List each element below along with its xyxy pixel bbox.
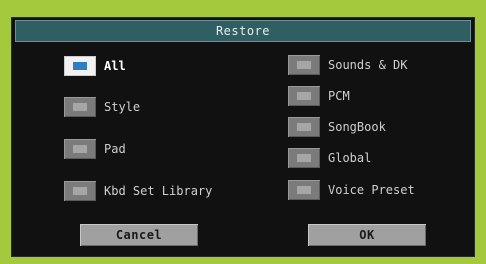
- checkbox-style[interactable]: [64, 97, 96, 117]
- checkbox-pcm[interactable]: [288, 86, 320, 106]
- option-label-global: Global: [328, 151, 372, 165]
- checkbox-mark-icon: [297, 92, 311, 100]
- option-label-style: Style: [104, 100, 141, 114]
- option-label-all: All: [104, 59, 126, 73]
- checkbox-mark-icon: [73, 103, 87, 111]
- checkbox-pad[interactable]: [64, 139, 96, 159]
- checkbox-mark-icon: [73, 145, 87, 153]
- checkbox-all[interactable]: [64, 56, 96, 76]
- cancel-button[interactable]: Cancel: [80, 224, 198, 246]
- option-label-kbd-set-library: Kbd Set Library: [104, 184, 213, 198]
- option-label-pcm: PCM: [328, 89, 350, 103]
- checkbox-mark-icon: [297, 186, 311, 194]
- checkbox-mark-icon: [297, 154, 311, 162]
- option-label-pad: Pad: [104, 142, 126, 156]
- checkbox-mark-icon: [73, 187, 87, 195]
- checkbox-voice-preset[interactable]: [288, 180, 320, 200]
- checkbox-songbook[interactable]: [288, 117, 320, 137]
- checkbox-sounds-dk[interactable]: [288, 55, 320, 75]
- checkmark-icon: [73, 62, 87, 70]
- checkbox-mark-icon: [297, 61, 311, 69]
- option-label-voice-preset: Voice Preset: [328, 183, 415, 197]
- ok-button[interactable]: OK: [308, 224, 426, 246]
- dialog-title: Restore: [15, 20, 471, 42]
- restore-dialog: Restore All Style Pad Kbd Set Library So…: [11, 17, 475, 257]
- option-label-sounds-dk: Sounds & DK: [328, 58, 408, 72]
- checkbox-kbd-set-library[interactable]: [64, 181, 96, 201]
- checkbox-global[interactable]: [288, 148, 320, 168]
- option-label-songbook: SongBook: [328, 120, 386, 134]
- checkbox-mark-icon: [297, 123, 311, 131]
